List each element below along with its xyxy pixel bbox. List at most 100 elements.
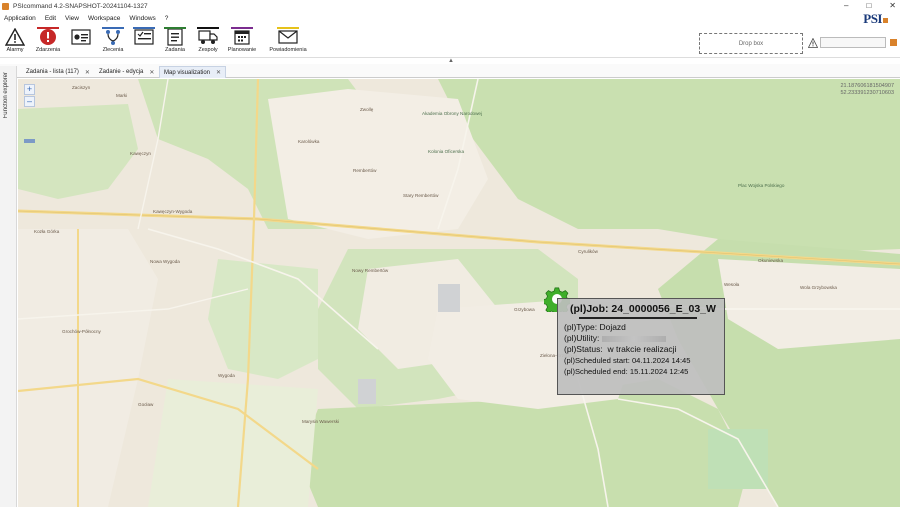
map-label: Marki [116,93,128,98]
map-label: Kolonia Oficerska [428,149,465,154]
minimize-icon[interactable]: – [844,1,848,10]
truck-icon [198,27,218,46]
popup-status-value: w trakcie realizacji [607,344,677,354]
map-label: Cyrulików [578,249,598,254]
checklist-card-icon [134,27,154,46]
psi-logo: PSI [863,11,888,27]
title-bar: PSIcommand 4.2-SNAPSHOT-20241104-1327 [0,0,900,12]
toolbar-zadania-list-button[interactable] [66,27,96,58]
map-label: Gocław [138,402,154,407]
zoom-out-button[interactable]: – [24,96,35,107]
map-scale-bar [24,139,35,143]
menu-windows[interactable]: Windows [125,15,160,22]
longitude-readout: 21.187606181504907 [840,83,894,89]
map-label: Zaciszyn [72,85,91,90]
toolbar-zlecenia-button[interactable]: Zlecenia [98,27,128,58]
popup-type-label: (pl)Type: [564,322,598,332]
search-input[interactable] [820,37,886,48]
tab-label: Zadania - lista (117) [26,69,79,75]
toolbar-label: Planowanie [227,47,257,53]
app-icon [2,2,9,10]
color-bar [37,27,59,29]
color-bar [197,27,219,29]
drop-box[interactable]: Drop box [699,33,803,54]
envelope-icon [278,27,298,46]
toolbar-label: Zadania [165,47,185,53]
menu-view[interactable]: View [61,15,84,22]
map-label: Kozła Górka [34,229,60,234]
map-label: Nowy Rembertów [352,268,389,273]
map-view[interactable]: Zaciszyn Marki Zwollę Karolówka Akademia… [18,79,900,507]
popup-title-underline [579,317,697,319]
menu-help[interactable]: ? [161,15,174,22]
logo-mark [883,18,888,23]
window-controls: – □ ✕ [844,1,896,10]
popup-utility-redacted [602,335,667,342]
map-label: Wola Grzybowska [800,285,837,290]
menu-bar: Application Edit View Workspace Windows … [0,13,900,24]
map-label: Plac Wojska Polskiego [738,183,785,188]
color-bar [164,27,186,29]
toolbar-zespoly-button[interactable]: Zespoły [193,27,223,58]
color-bar [277,27,299,29]
tab-zadanie-edycja[interactable]: Zadanie - edycja ✕ [95,66,158,78]
map-label: Nowa Wygoda [150,259,180,264]
map-label: Grzybowa [514,307,535,312]
warning-small-icon[interactable] [807,37,819,48]
popup-scheduled-end: (pl)Scheduled end: 15.11.2024 12:45 [564,367,689,376]
popup-status-label: (pl)Status: [564,344,603,354]
zoom-controls: + – [24,84,35,108]
toolbar-label: Zespoły [198,47,218,53]
side-panel-label: Function explorer [3,72,9,119]
alert-circle-icon [38,27,58,46]
search-icon[interactable] [890,39,897,46]
close-tab-icon[interactable]: ✕ [216,69,221,76]
color-bar [133,27,155,29]
job-info-popup: (pl)Job: 24_0000056_E_03_W (pl)Type: Doj… [557,298,725,395]
toolbar-alarmy-button[interactable]: Alarmy [0,27,30,58]
warning-triangle-icon [5,27,25,46]
color-bar [231,27,253,29]
toolbar-label: Zlecenia [102,47,124,53]
menu-application[interactable]: Application [0,15,41,22]
popup-type-value: Dojazd [599,322,626,332]
close-tab-icon[interactable]: ✕ [149,69,154,76]
map-label: Karolówka [298,139,320,144]
map-label: Wygoda [218,373,235,378]
tab-zadania-lista[interactable]: Zadania - lista (117) ✕ [22,66,94,78]
map-label: Okuniewska [758,258,784,263]
toolbar-powiadomienia-button[interactable]: Powiadomienia [269,27,307,58]
zoom-in-button[interactable]: + [24,84,35,95]
map-label: Kawęczyn-Wygoda [153,209,193,214]
window-title: PSIcommand 4.2-SNAPSHOT-20241104-1327 [13,2,148,10]
map-coordinates: 21.187606181504907 52.233391230710603 [840,83,894,97]
map-label: Grochów-Północny [62,329,101,334]
toolbar-planowanie-button[interactable]: Planowanie [227,27,257,58]
logo-text: PSI [863,11,882,26]
list-card-icon [71,27,91,46]
editor-tabs: Zadania - lista (117) ✕ Zadanie - edycja ✕… [0,64,900,78]
close-icon[interactable]: ✕ [889,1,896,10]
tab-map-visualization[interactable]: Map visualization ✕ [159,66,227,78]
map-label: Marysin Wawerski [302,419,340,424]
calendar-icon [232,27,252,46]
function-explorer-panel[interactable]: Function explorer [0,66,17,507]
popup-scheduled-start: (pl)Scheduled start: 04.11.2024 14:45 [564,356,691,365]
latitude-readout: 52.233391230710603 [840,90,894,96]
toolbar-checklist-button[interactable] [129,27,159,58]
map-label: Kawęczyn [130,151,151,156]
checklist-icon [165,27,185,46]
branch-icon [103,27,123,46]
toolbar-label: Zdarzenia [35,47,61,53]
toolbar-zadania-button[interactable]: Zadania [160,27,190,58]
toolbar-zdarzenia-button[interactable]: Zdarzenia [33,27,63,58]
map-label: Stary Rembertów [403,193,439,198]
menu-edit[interactable]: Edit [41,15,61,22]
tab-label: Zadanie - edycja [99,69,144,75]
toolbar-label: Alarmy [6,47,24,53]
close-tab-icon[interactable]: ✕ [85,69,90,76]
popup-job-title: (pl)Job: 24_0000056_E_03_W [570,303,716,315]
tab-label: Map visualization [164,69,211,76]
maximize-icon[interactable]: □ [866,1,871,10]
menu-workspace[interactable]: Workspace [84,15,125,22]
